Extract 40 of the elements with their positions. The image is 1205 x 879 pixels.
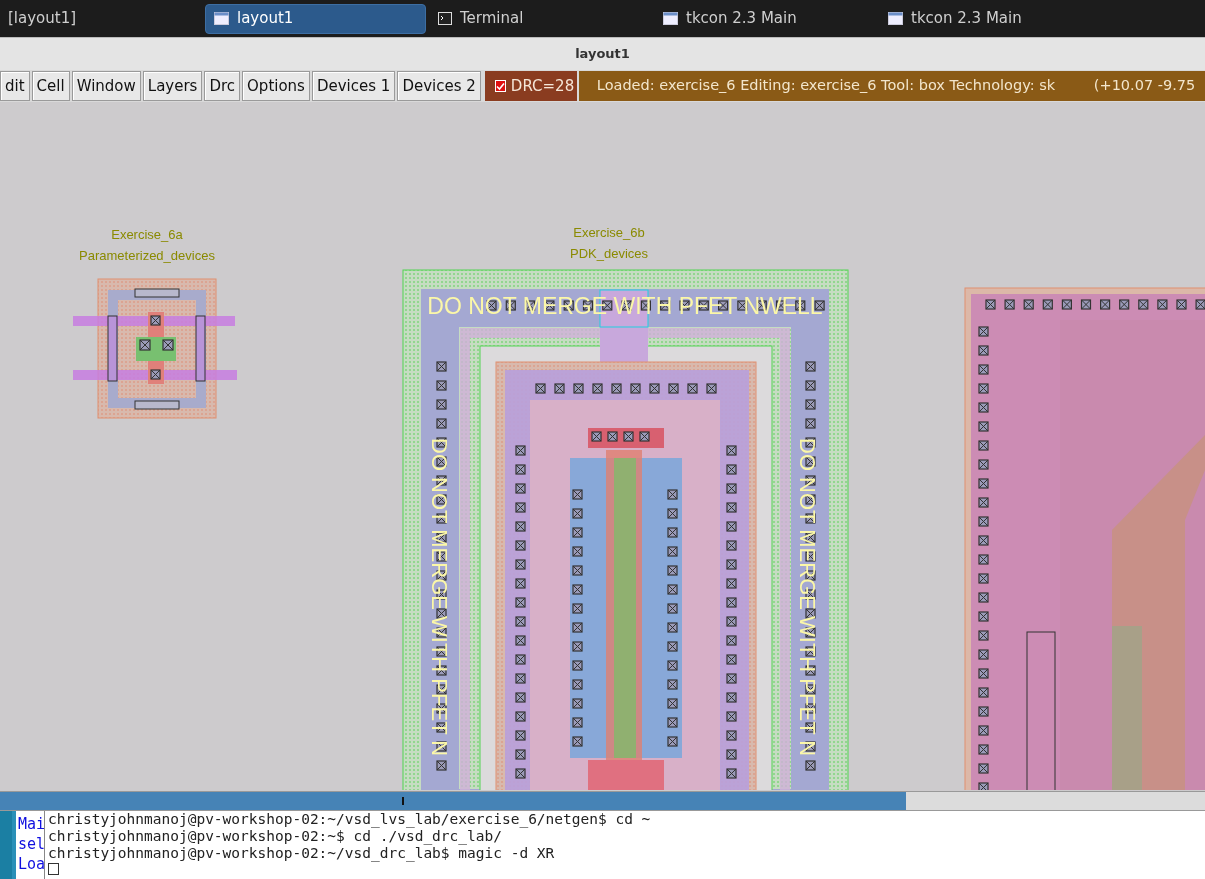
- terminal-cursor: [48, 863, 59, 875]
- status-text: Loaded: exercise_6 Editing: exercise_6 Tool: box Technology: sk: [596, 76, 1057, 96]
- taskbar-button[interactable]: tkcon 2.3 Main: [880, 3, 1101, 34]
- cell-subtitle: PDK_devices: [570, 246, 648, 261]
- menu-button[interactable]: Options: [242, 71, 310, 101]
- cursor-coordinates: (+10.07 -9.75: [1093, 76, 1196, 96]
- terminal-line: christyjohnmanoj@pv-workshop-02:~$ cd ./vsd_drc_lab/: [48, 828, 503, 845]
- menu-button[interactable]: Cell: [31, 71, 70, 101]
- drc-count: DRC=28: [510, 75, 575, 97]
- drc-toggle[interactable]: DRC=28: [484, 71, 577, 101]
- console-text: Mai: [18, 814, 44, 834]
- taskbar-button[interactable]: layout1: [205, 3, 426, 34]
- menu-button[interactable]: Devices 1: [311, 71, 396, 101]
- terminal-line: christyjohnmanoj@pv-workshop-02:~/vsd_lvs_lab/exercise_6/netgen$ cd ~: [48, 811, 652, 828]
- menu-button[interactable]: Layers: [142, 71, 203, 101]
- cell-name: Exercise_6a: [111, 227, 183, 242]
- window-icon: [663, 12, 678, 25]
- menu-button[interactable]: dit: [0, 71, 30, 101]
- menu-button[interactable]: Window: [71, 71, 141, 101]
- taskbar-button[interactable]: [layout1]: [0, 3, 201, 34]
- menu-button[interactable]: Drc: [204, 71, 241, 101]
- terminal-line: christyjohnmanoj@pv-workshop-02:~/vsd_drc_lab$ magic -d XR: [48, 845, 556, 862]
- terminal-icon: [438, 12, 452, 25]
- menu-button[interactable]: Devices 2: [397, 71, 481, 101]
- cell-name: Exercise_6b: [573, 225, 645, 240]
- scrollbar-thumb[interactable]: [0, 792, 906, 810]
- taskbar-button[interactable]: Terminal: [430, 3, 651, 34]
- check-icon: [495, 81, 505, 91]
- warning-label: DO NOT MERGE WITH PFET N: [795, 438, 820, 757]
- window-icon: [214, 12, 229, 25]
- taskbar-button[interactable]: tkcon 2.3 Main: [655, 3, 876, 34]
- checkbox[interactable]: [494, 80, 506, 92]
- console-text: sel: [18, 834, 44, 854]
- window-edge: [0, 811, 12, 879]
- cell-subtitle: Parameterized_devices: [79, 248, 215, 263]
- console-text: Loa: [18, 854, 44, 874]
- window-title: layout1: [575, 45, 630, 64]
- warning-label: DO NOT MERGE WITH PFET N: [427, 438, 452, 757]
- window-icon: [888, 12, 903, 25]
- horizontal-scrollbar[interactable]: [0, 791, 1205, 811]
